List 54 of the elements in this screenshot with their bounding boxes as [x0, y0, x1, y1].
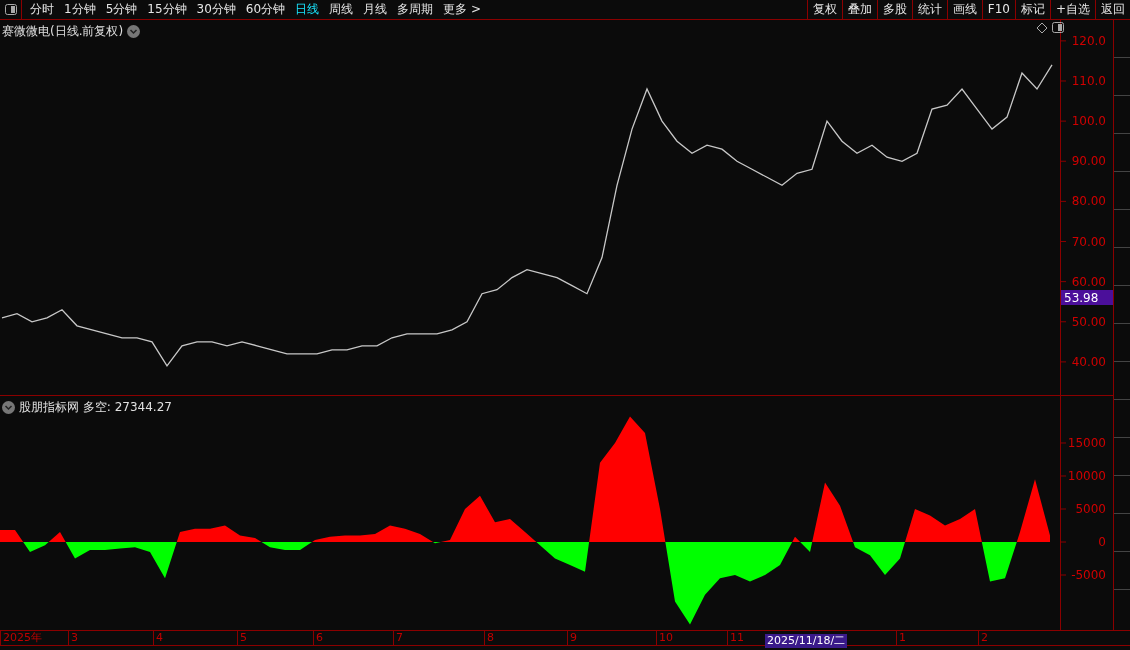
- period-tab[interactable]: 日线: [290, 0, 325, 19]
- toolbar-button[interactable]: 叠加: [841, 0, 877, 19]
- axis-label: 50.00: [1071, 314, 1106, 329]
- time-label: 6: [313, 631, 393, 645]
- toolbar-button[interactable]: 标记: [1014, 0, 1050, 19]
- axis-label: 110.0: [1071, 74, 1106, 88]
- time-label: 3: [68, 631, 153, 645]
- period-tab[interactable]: 分时: [25, 0, 59, 19]
- time-label: 2025年: [0, 631, 68, 645]
- time-label: 9: [567, 631, 656, 645]
- time-label: 5: [237, 631, 313, 645]
- chart-title: 赛微微电(日线.前复权): [2, 23, 124, 40]
- axis-label: 90.00: [1071, 154, 1106, 169]
- period-tab[interactable]: 多周期: [392, 0, 439, 19]
- toolbar-button[interactable]: F10: [981, 0, 1015, 19]
- period-tab[interactable]: 5分钟: [100, 0, 143, 19]
- axis-label: 80.00: [1071, 194, 1106, 209]
- axis-label: 5000: [1075, 502, 1106, 516]
- toolbar-button[interactable]: +自选: [1049, 0, 1095, 19]
- period-tab[interactable]: 周线: [324, 0, 359, 19]
- time-label: 2025/11/18/二: [765, 634, 848, 648]
- dropdown-icon[interactable]: [2, 400, 15, 414]
- time-label: 8: [484, 631, 567, 645]
- axis-label: 120.0: [1071, 33, 1106, 48]
- time-label: 2: [978, 631, 1130, 645]
- axis-label: 0: [1098, 535, 1106, 549]
- panel-toggle-icon[interactable]: [1052, 22, 1064, 33]
- time-label: 4: [153, 631, 237, 645]
- diamond-icon[interactable]: [1036, 22, 1048, 34]
- time-label: 10: [656, 631, 727, 645]
- period-tab[interactable]: 60分钟: [240, 0, 291, 19]
- axis-label: 40.00: [1071, 354, 1106, 369]
- time-label: 1: [896, 631, 978, 645]
- price-tag: 53.98: [1061, 290, 1113, 305]
- toolbar-button[interactable]: 画线: [946, 0, 982, 19]
- toolbar-button[interactable]: 复权: [806, 0, 842, 19]
- time-label: 7: [393, 631, 484, 645]
- axis-label: 70.00: [1071, 234, 1106, 249]
- toolbar-button[interactable]: 多股: [876, 0, 912, 19]
- chart-title: 股朋指标网 多空: 27344.27: [19, 399, 172, 416]
- toolbar-button[interactable]: 统计: [911, 0, 947, 19]
- axis-label: 60.00: [1071, 274, 1106, 289]
- period-tab[interactable]: 更多 >: [438, 0, 486, 19]
- period-tab[interactable]: 30分钟: [191, 0, 241, 19]
- axis-label: 15000: [1067, 436, 1106, 450]
- dropdown-icon[interactable]: [127, 24, 141, 38]
- axis-label: 10000: [1067, 469, 1106, 483]
- axis-label: -5000: [1071, 568, 1106, 582]
- period-tab[interactable]: 15分钟: [142, 0, 192, 19]
- period-tab[interactable]: 1分钟: [59, 0, 101, 19]
- panel-toggle-icon[interactable]: [4, 4, 17, 15]
- toolbar-button[interactable]: 返回: [1095, 0, 1130, 19]
- period-tab[interactable]: 月线: [358, 0, 393, 19]
- axis-label: 100.0: [1071, 114, 1106, 129]
